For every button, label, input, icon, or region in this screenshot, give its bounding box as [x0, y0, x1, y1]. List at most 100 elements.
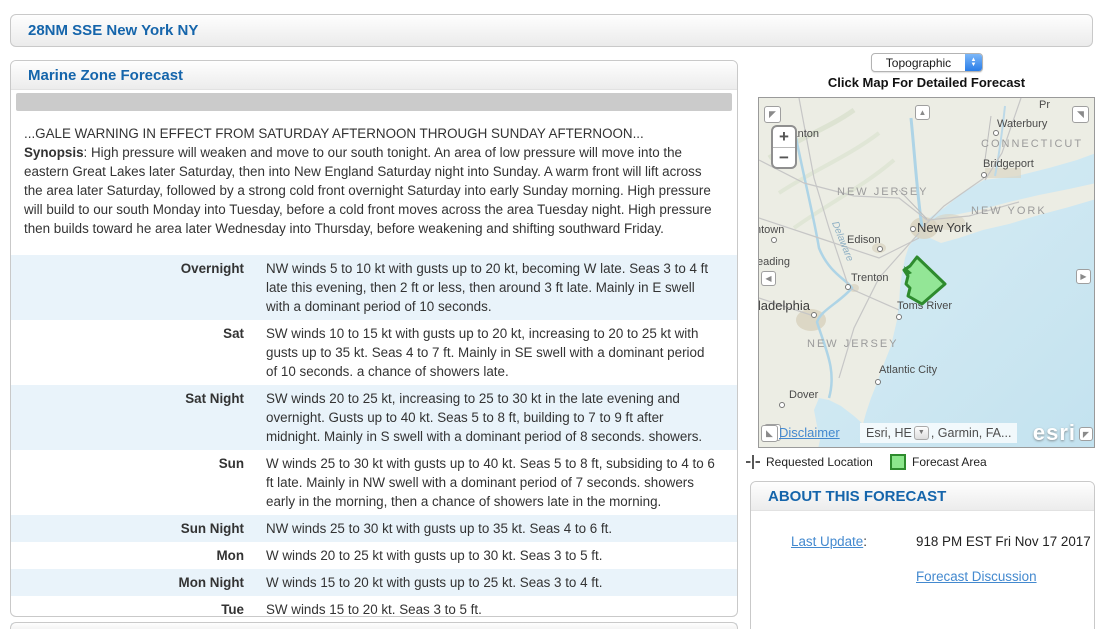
- city-marker-icon: [845, 284, 851, 290]
- forecast-period-label: Sat Night: [11, 385, 256, 450]
- legend-area-label: Forecast Area: [912, 455, 987, 469]
- map-place-label: Atlantic City: [879, 364, 937, 376]
- forecast-map[interactable]: ScrantonPrWaterburyCONNECTICUTBridgeport…: [758, 97, 1095, 448]
- map-place-label: Waterbury: [997, 118, 1047, 130]
- map-place-label: New York: [917, 220, 972, 235]
- city-marker-icon: [875, 379, 881, 385]
- divider-bar: [16, 93, 732, 111]
- forecast-discussion-link[interactable]: Forecast Discussion: [916, 569, 1037, 584]
- forecast-period-label: Mon: [11, 542, 256, 569]
- basemap-selected-value: Topographic: [872, 56, 965, 70]
- forecast-period-text: NW winds 5 to 10 kt with gusts up to 20 …: [256, 255, 737, 320]
- location-title: 28NM SSE New York NY: [28, 22, 198, 39]
- map-attribution: Esri, HE ▼ , Garmin, FA...: [860, 423, 1017, 443]
- forecast-row: SatSW winds 10 to 15 kt with gusts up to…: [11, 320, 737, 385]
- forecast-row: SunW winds 25 to 30 kt with gusts up to …: [11, 450, 737, 515]
- legend-forecast-area: Forecast Area: [890, 454, 987, 470]
- forecast-row: Sun NightNW winds 25 to 30 kt with gusts…: [11, 515, 737, 542]
- next-panel-stub: [10, 622, 738, 629]
- city-marker-icon: [811, 312, 817, 318]
- city-marker-icon: [981, 172, 987, 178]
- last-update-value: 918 PM EST Fri Nov 17 2017: [916, 534, 1091, 549]
- forecast-table: OvernightNW winds 5 to 10 kt with gusts …: [11, 255, 737, 629]
- gale-warning-text: ...GALE WARNING IN EFFECT FROM SATURDAY …: [24, 124, 721, 143]
- disclaimer-link[interactable]: Disclaimer: [779, 425, 840, 440]
- forecast-period-text: NW winds 25 to 30 kt with gusts up to 35…: [256, 515, 737, 542]
- pan-left-button[interactable]: ◀: [761, 271, 776, 286]
- map-place-label: Pr: [1039, 99, 1050, 111]
- map-place-label: Dover: [789, 389, 818, 401]
- forecast-period-text: W winds 20 to 25 kt with gusts up to 30 …: [256, 542, 737, 569]
- forecast-period-label: Overnight: [11, 255, 256, 320]
- city-marker-icon: [993, 130, 999, 136]
- map-zoom-control: + −: [771, 125, 797, 169]
- city-marker-icon: [771, 237, 777, 243]
- attribution-expand-icon[interactable]: ▼: [914, 426, 929, 440]
- city-marker-icon: [877, 246, 883, 252]
- pan-up-button[interactable]: ▲: [915, 105, 930, 120]
- basemap-select[interactable]: Topographic ▲▼: [871, 53, 983, 72]
- select-stepper-icon: ▲▼: [965, 54, 982, 71]
- map-caption: Click Map For Detailed Forecast: [758, 75, 1095, 90]
- last-update-link[interactable]: Last Update: [791, 534, 863, 549]
- attribution-toggle-button[interactable]: ◤: [1079, 427, 1093, 441]
- pan-down-left-button-2[interactable]: ◣: [761, 425, 778, 442]
- forecast-period-text: SW winds 15 to 20 kt. Seas 3 to 5 ft.: [256, 596, 737, 623]
- pan-up-right-button[interactable]: ◥: [1072, 106, 1089, 123]
- forecast-period-label: Mon Night: [11, 569, 256, 596]
- forecast-row: OvernightNW winds 5 to 10 kt with gusts …: [11, 255, 737, 320]
- forecast-row: Sat NightSW winds 20 to 25 kt, increasin…: [11, 385, 737, 450]
- forecast-period-label: Sun Night: [11, 515, 256, 542]
- city-marker-icon: [896, 314, 902, 320]
- forecast-period-label: Sat: [11, 320, 256, 385]
- map-place-label: iladelphia: [758, 298, 810, 313]
- esri-logo: esri: [1033, 420, 1076, 446]
- city-marker-icon: [910, 226, 916, 232]
- map-place-label: ntown: [758, 224, 784, 236]
- map-place-label: NEW JERSEY: [837, 186, 929, 198]
- map-place-label: Edison: [847, 234, 881, 246]
- forecast-row: Mon NightW winds 15 to 20 kt with gusts …: [11, 569, 737, 596]
- map-place-label: eading: [758, 256, 790, 268]
- forecast-period-label: Tue: [11, 596, 256, 623]
- forecast-period-text: SW winds 20 to 25 kt, increasing to 25 t…: [256, 385, 737, 450]
- map-place-label: NEW YORK: [971, 205, 1047, 217]
- synopsis-text: : High pressure will weaken and move to …: [24, 145, 712, 236]
- map-place-label: NEW JERSEY: [807, 338, 899, 350]
- synopsis-paragraph: Synopsis: High pressure will weaken and …: [24, 143, 721, 238]
- zoom-in-button[interactable]: +: [773, 127, 795, 148]
- about-forecast-title: ABOUT THIS FORECAST: [768, 488, 946, 505]
- crosshair-icon: [746, 455, 760, 469]
- forecast-period-text: SW winds 10 to 15 kt with gusts up to 20…: [256, 320, 737, 385]
- synopsis-label: Synopsis: [24, 145, 84, 160]
- map-place-label: Trenton: [851, 272, 889, 284]
- map-legend: Requested Location Forecast Area: [746, 453, 1095, 471]
- page: 28NM SSE New York NY Marine Zone Forecas…: [0, 0, 1098, 629]
- about-forecast-panel: ABOUT THIS FORECAST Last Update: 918 PM …: [750, 481, 1095, 629]
- location-header: 28NM SSE New York NY: [10, 14, 1093, 47]
- zoom-out-button[interactable]: −: [773, 148, 795, 168]
- attribution-text-left: Esri, HE: [866, 426, 912, 440]
- about-forecast-header: ABOUT THIS FORECAST: [751, 482, 1094, 511]
- map-place-label: Bridgeport: [983, 158, 1034, 170]
- marine-forecast-header: Marine Zone Forecast: [11, 61, 737, 90]
- pan-up-left-button[interactable]: ◤: [764, 106, 781, 123]
- forecast-period-label: Sun: [11, 450, 256, 515]
- forecast-period-text: W winds 15 to 20 kt with gusts up to 25 …: [256, 569, 737, 596]
- forecast-summary: ...GALE WARNING IN EFFECT FROM SATURDAY …: [24, 124, 721, 238]
- legend-requested-location: Requested Location: [746, 455, 873, 469]
- pan-right-button[interactable]: ▶: [1076, 269, 1091, 284]
- forecast-row: TueSW winds 15 to 20 kt. Seas 3 to 5 ft.: [11, 596, 737, 623]
- forecast-area-swatch-icon: [890, 454, 906, 470]
- attribution-text-right: , Garmin, FA...: [931, 426, 1012, 440]
- map-place-label: Toms River: [897, 300, 952, 312]
- last-update-colon: :: [863, 534, 867, 549]
- city-marker-icon: [779, 402, 785, 408]
- forecast-period-text: W winds 25 to 30 kt with gusts up to 40 …: [256, 450, 737, 515]
- map-bottom-bar: ◣ Disclaimer Esri, HE ▼ , Garmin, FA... …: [759, 423, 1094, 443]
- marine-forecast-panel: Marine Zone Forecast ...GALE WARNING IN …: [10, 60, 738, 617]
- marine-forecast-title: Marine Zone Forecast: [28, 67, 183, 84]
- forecast-row: MonW winds 20 to 25 kt with gusts up to …: [11, 542, 737, 569]
- map-place-label: CONNECTICUT: [981, 138, 1083, 150]
- legend-requested-label: Requested Location: [766, 455, 873, 469]
